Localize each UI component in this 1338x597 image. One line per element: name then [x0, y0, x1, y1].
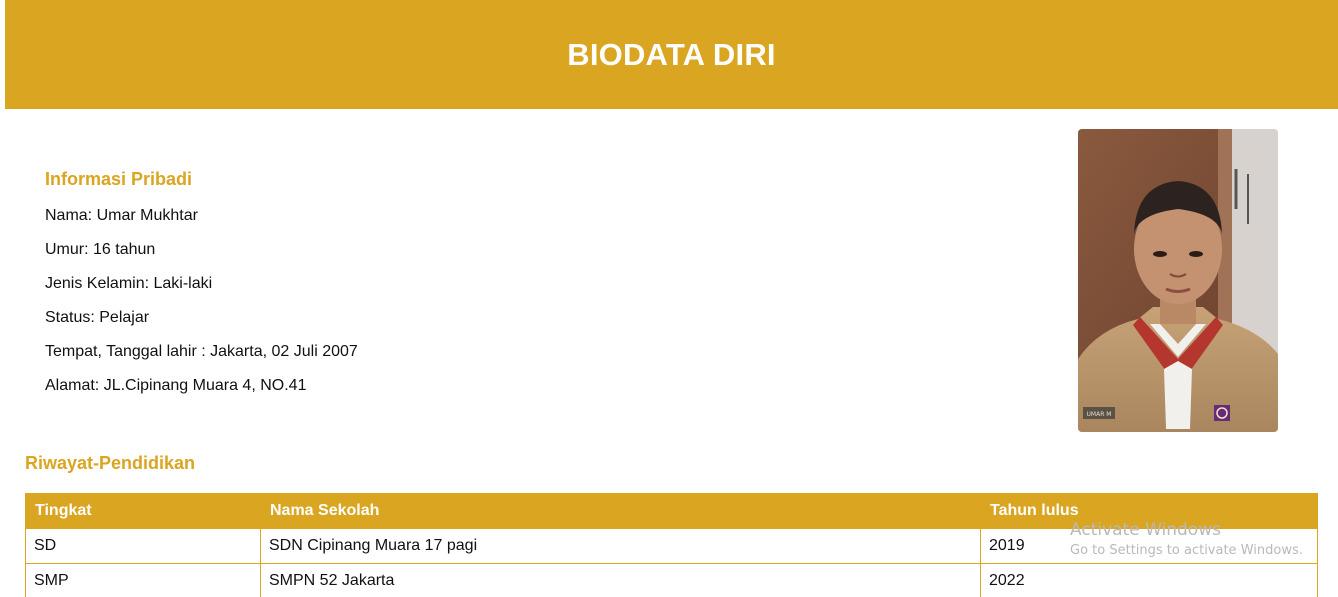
page-title: BIODATA DIRI — [567, 36, 776, 72]
personal-info-heading: Informasi Pribadi — [45, 169, 193, 189]
photo-badge-text: UMAR M — [1087, 411, 1112, 418]
header-level: Tingkat — [25, 493, 261, 529]
page-header: BIODATA DIRI — [5, 0, 1338, 109]
info-age: Umur: 16 tahun — [45, 241, 156, 258]
info-name: Nama: Umar Mukhtar — [45, 207, 198, 224]
watermark-subtitle: Go to Settings to activate Windows. — [1070, 543, 1303, 558]
info-gender: Jenis Kelamin: Laki-laki — [45, 275, 213, 292]
personal-info-list: Nama: Umar Mukhtar Umur: 16 tahun Jenis … — [45, 207, 358, 411]
info-status: Status: Pelajar — [45, 309, 150, 326]
cell-level: SD — [25, 528, 261, 564]
cell-level: SMP — [25, 563, 261, 597]
info-birth: Tempat, Tanggal lahir : Jakarta, 02 Juli… — [45, 343, 358, 360]
info-address: Alamat: JL.Cipinang Muara 4, NO.41 — [45, 377, 307, 394]
watermark-title: Activate Windows — [1070, 520, 1221, 540]
cell-school: SDN Cipinang Muara 17 pagi — [260, 528, 981, 564]
activation-watermark: Activate Windows Go to Settings to activ… — [1070, 520, 1303, 558]
cell-school: SMPN 52 Jakarta — [260, 563, 981, 597]
profile-photo: UMAR M — [1078, 129, 1278, 432]
cell-year: 2022 — [980, 563, 1318, 597]
education-heading: Riwayat-Pendidikan — [25, 453, 196, 473]
table-row: SMP SMPN 52 Jakarta 2022 — [25, 563, 1318, 597]
header-school: Nama Sekolah — [260, 493, 981, 529]
